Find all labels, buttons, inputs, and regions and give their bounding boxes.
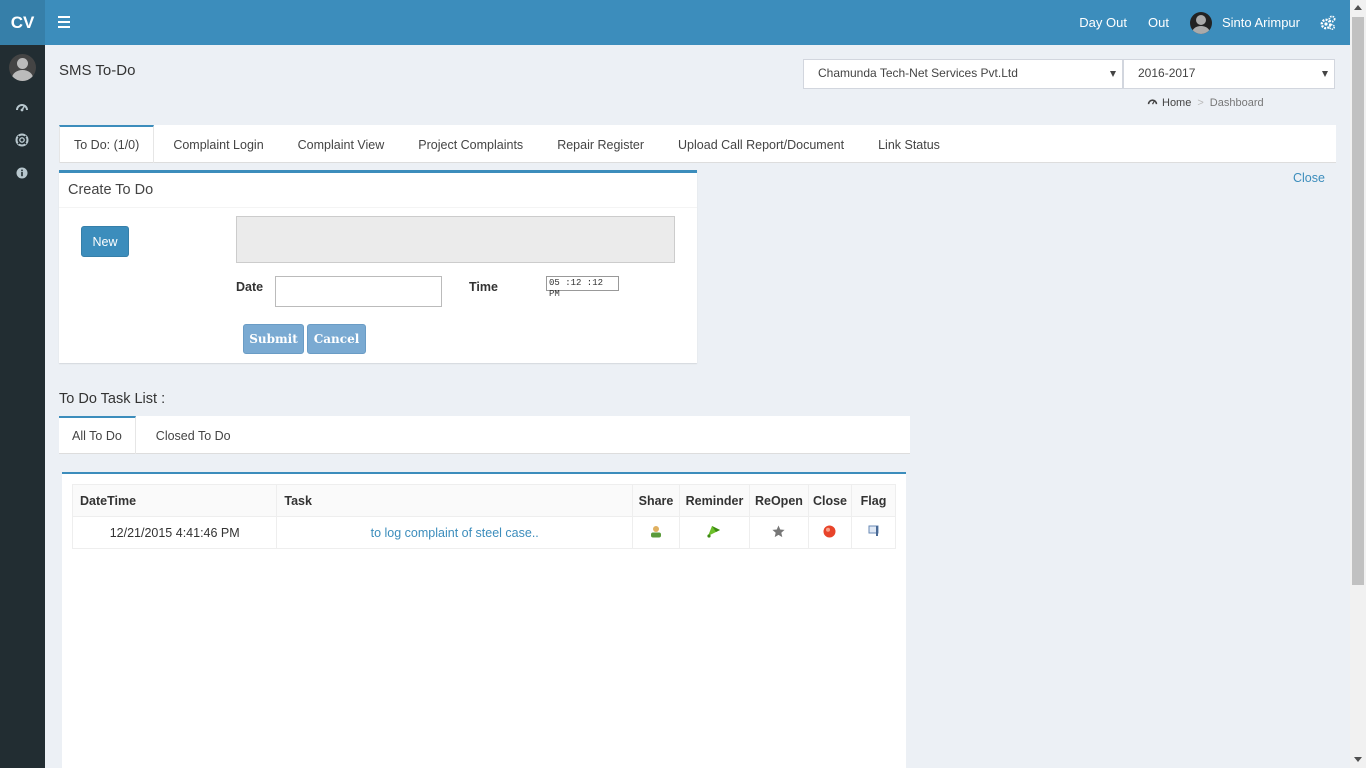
row-flag <box>851 516 896 549</box>
out-link[interactable]: Out <box>1148 15 1169 30</box>
company-select[interactable]: Chamunda Tech-Net Services Pvt.Ltd <box>803 59 1123 89</box>
task-list-tabs: All To Do Closed To Do <box>59 416 910 454</box>
main-tabs: To Do: (1/0) Complaint Login Complaint V… <box>59 125 1336 163</box>
info-icon[interactable] <box>15 166 29 180</box>
column-header-share: Share <box>632 484 680 517</box>
task-link[interactable]: to log complaint of steel case.. <box>371 526 539 540</box>
column-header-task[interactable]: Task <box>276 484 634 517</box>
cancel-button[interactable]: Cancel <box>307 324 366 354</box>
day-out-link[interactable]: Day Out <box>1079 15 1127 30</box>
tab-project-complaints[interactable]: Project Complaints <box>398 125 537 163</box>
sidebar <box>0 45 45 768</box>
lifebuoy-icon[interactable] <box>15 133 29 147</box>
column-header-reopen: ReOpen <box>748 484 809 517</box>
column-header-flag: Flag <box>851 484 896 517</box>
task-list-box: DateTime Task Share Reminder ReOpen Clos… <box>62 472 906 768</box>
year-select[interactable]: 2016-2017 <box>1123 59 1335 89</box>
date-label: Date <box>236 280 264 294</box>
reminder-bell-icon[interactable] <box>706 524 722 541</box>
column-header-reminder: Reminder <box>679 484 750 517</box>
tab-todo[interactable]: To Do: (1/0) <box>59 125 155 163</box>
page-title: SMS To-Do <box>59 62 136 79</box>
new-button[interactable]: New <box>81 226 129 257</box>
todo-text-input[interactable] <box>236 216 675 263</box>
tab-repair-register[interactable]: Repair Register <box>537 125 658 163</box>
tab-upload-call-report[interactable]: Upload Call Report/Document <box>658 125 858 163</box>
tab-link-status[interactable]: Link Status <box>858 125 954 163</box>
scroll-up-icon[interactable] <box>1354 5 1362 10</box>
submit-button[interactable]: Submit <box>243 324 304 354</box>
menu-toggle-icon[interactable] <box>58 16 70 28</box>
date-input[interactable] <box>275 276 442 307</box>
table-row: 12/21/2015 4:41:46 PM to log complaint o… <box>71 516 896 549</box>
time-label: Time <box>469 280 498 294</box>
box-divider <box>59 207 697 208</box>
scroll-down-icon[interactable] <box>1354 757 1362 762</box>
app-logo[interactable]: CV <box>0 0 45 45</box>
scroll-thumb[interactable] <box>1352 17 1364 585</box>
tab-all-todo[interactable]: All To Do <box>59 416 136 454</box>
flag-icon[interactable] <box>868 525 880 540</box>
row-reopen <box>748 516 809 549</box>
company-select-value: Chamunda Tech-Net Services Pvt.Ltd <box>818 66 1018 80</box>
close-link[interactable]: Close <box>1293 171 1325 185</box>
time-input[interactable]: 05 :12 :12 PM <box>546 276 619 299</box>
sidebar-avatar[interactable] <box>9 54 36 81</box>
tab-complaint-login[interactable]: Complaint Login <box>154 125 277 163</box>
tab-complaint-view[interactable]: Complaint View <box>278 125 399 163</box>
gears-icon[interactable] <box>1320 15 1336 31</box>
row-share <box>632 516 680 549</box>
row-close <box>807 516 853 549</box>
close-circle-icon[interactable] <box>823 525 836 541</box>
create-todo-title: Create To Do <box>68 182 154 198</box>
column-header-datetime[interactable]: DateTime <box>71 484 278 517</box>
row-datetime: 12/21/2015 4:41:46 PM <box>71 516 278 549</box>
row-reminder <box>679 516 750 549</box>
breadcrumb-home[interactable]: Home <box>1162 97 1191 109</box>
year-select-value: 2016-2017 <box>1138 66 1196 80</box>
column-header-close: Close <box>807 484 853 517</box>
reopen-star-icon[interactable] <box>772 525 786 541</box>
breadcrumb: Home > Dashboard <box>1147 96 1264 109</box>
breadcrumb-current: Dashboard <box>1209 96 1264 109</box>
task-list-title: To Do Task List : <box>59 391 166 407</box>
top-header: CV Day Out Out Sinto Arimpur <box>0 0 1350 45</box>
create-todo-box: Create To Do New Date Time 05 :12 :12 PM… <box>59 170 697 363</box>
share-user-icon[interactable] <box>649 525 663 541</box>
breadcrumb-separator: > <box>1197 96 1204 109</box>
user-menu[interactable]: Sinto Arimpur <box>1189 11 1300 34</box>
row-task: to log complaint of steel case.. <box>276 516 634 549</box>
user-name: Sinto Arimpur <box>1221 15 1300 30</box>
tab-closed-todo[interactable]: Closed To Do <box>136 416 244 454</box>
dashboard-icon <box>1147 96 1158 109</box>
dashboard-icon[interactable] <box>15 100 29 114</box>
page-scrollbar[interactable] <box>1350 0 1366 768</box>
header-right: Day Out Out Sinto Arimpur <box>1058 0 1336 45</box>
chevron-down-icon <box>1110 71 1116 77</box>
task-table: DateTime Task Share Reminder ReOpen Clos… <box>71 484 896 549</box>
chevron-down-icon <box>1322 71 1328 77</box>
user-avatar <box>1189 11 1212 34</box>
table-header-row: DateTime Task Share Reminder ReOpen Clos… <box>71 484 896 517</box>
